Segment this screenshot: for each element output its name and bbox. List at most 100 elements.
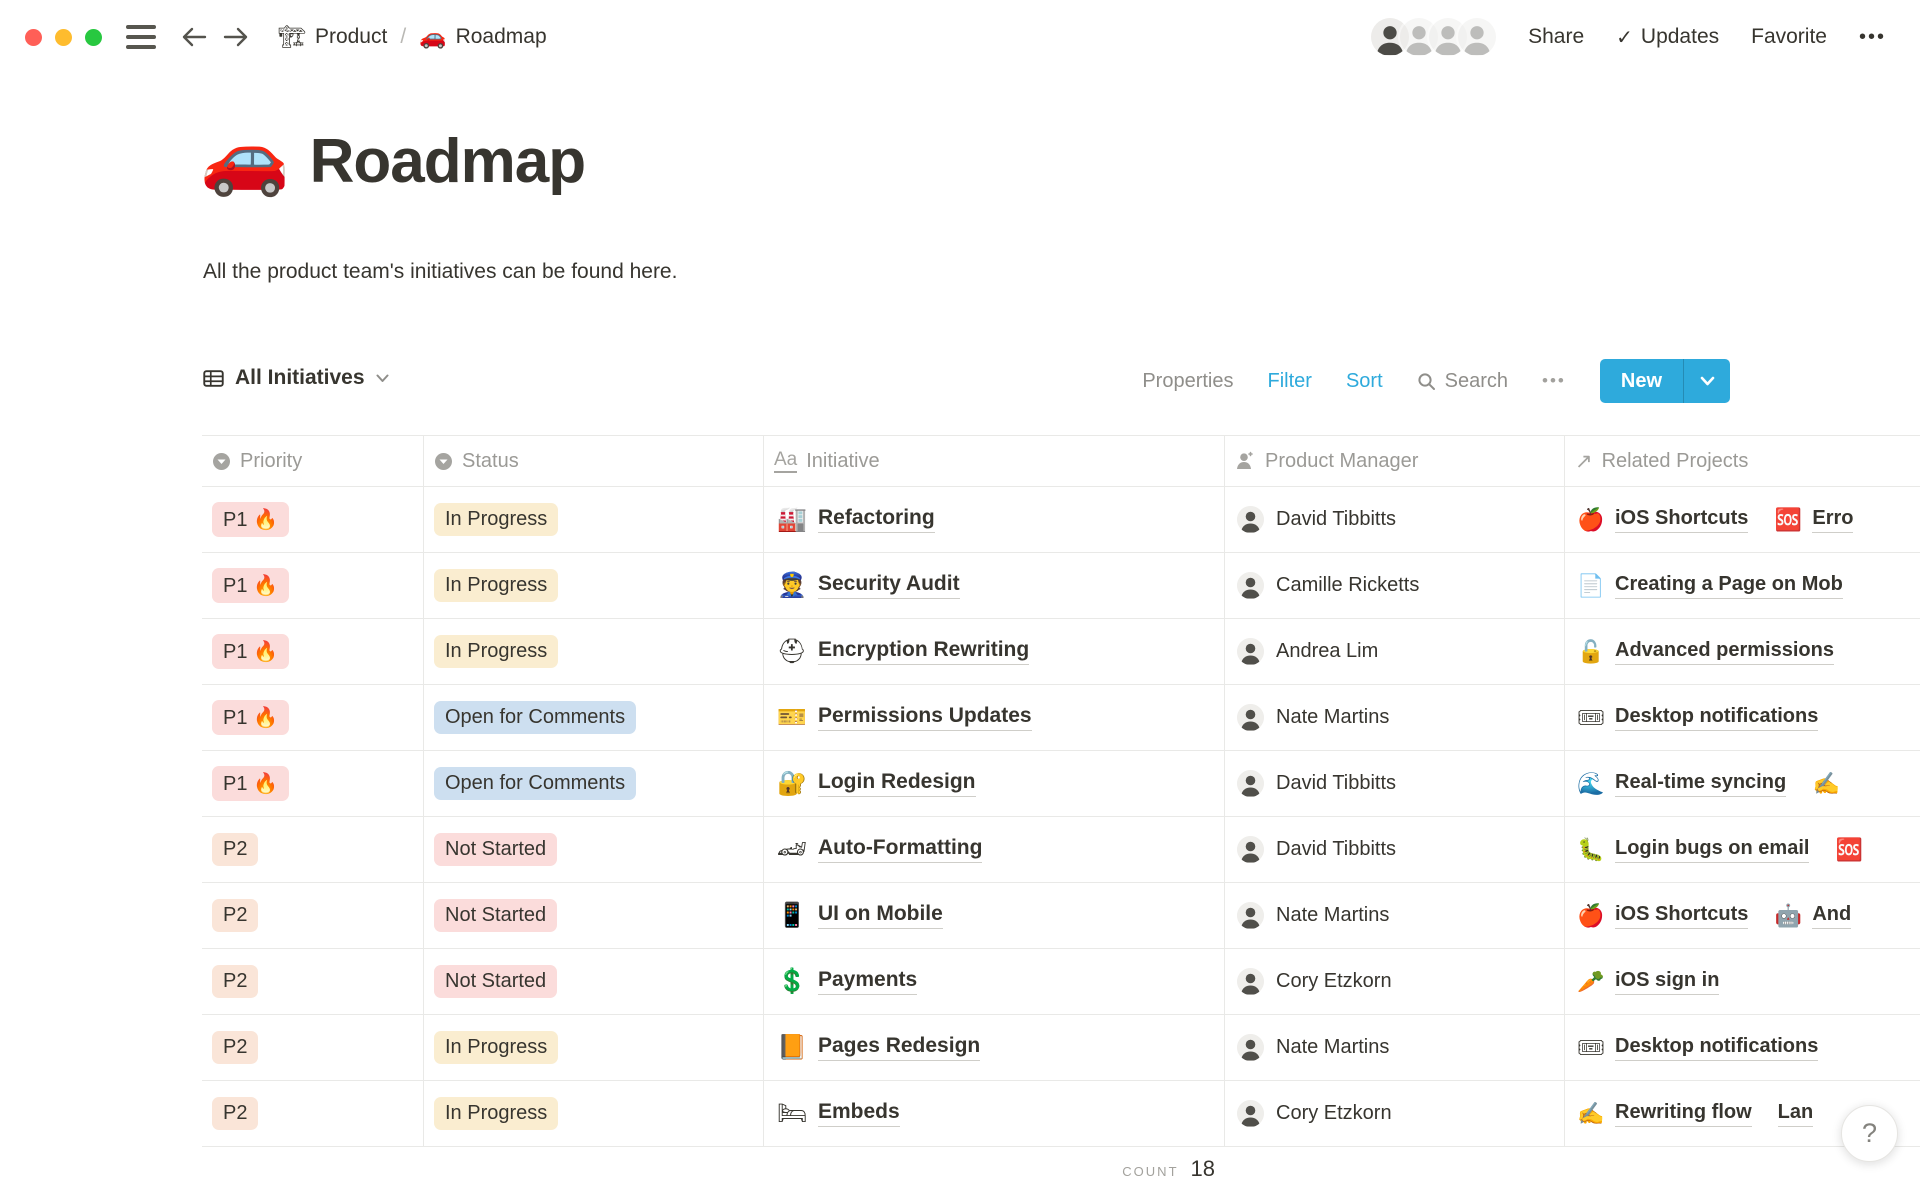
search-button[interactable]: Search (1417, 370, 1508, 393)
table-row: P1 🔥 In Progress 👮 Security Audit Camill… (202, 553, 1920, 619)
related-project-item: 🥕 iOS sign in (1577, 969, 1719, 995)
view-switcher[interactable]: All Initiatives (203, 366, 389, 390)
column-header-initiative[interactable]: Aa Initiative (764, 436, 1225, 486)
status-badge[interactable]: In Progress (434, 569, 558, 602)
product-manager-name[interactable]: Andrea Lim (1276, 640, 1378, 663)
share-button[interactable]: Share (1528, 25, 1584, 49)
related-project-link[interactable]: Advanced permissions (1615, 639, 1834, 665)
updates-button[interactable]: ✓ Updates (1616, 25, 1719, 50)
page-icon-car-emoji[interactable]: 🚗 (200, 122, 290, 194)
priority-badge[interactable]: P2 (212, 1097, 258, 1130)
related-project-link[interactable]: iOS sign in (1615, 969, 1719, 995)
column-header-product-manager[interactable]: Product Manager (1225, 436, 1565, 486)
avatar (1237, 638, 1264, 665)
zoom-button[interactable] (85, 29, 102, 46)
initiative-page-link[interactable]: Security Audit (818, 572, 960, 599)
related-project-link[interactable]: iOS Shortcuts (1615, 903, 1748, 929)
related-project-link[interactable]: Lan (1778, 1101, 1814, 1127)
status-cell: Open for Comments (424, 751, 764, 816)
related-project-item: 🎟 Desktop notifications (1577, 705, 1818, 731)
product-manager-name[interactable]: David Tibbitts (1276, 772, 1396, 795)
initiative-page-link[interactable]: Embeds (818, 1100, 900, 1127)
related-project-item: 🍎 iOS Shortcuts (1577, 903, 1748, 929)
car-emoji-icon: 🚗 (419, 26, 446, 48)
initiative-emoji-icon: 🏭 (776, 508, 808, 532)
properties-button[interactable]: Properties (1142, 370, 1233, 393)
related-project-link[interactable]: Real-time syncing (1615, 771, 1786, 797)
product-manager-name[interactable]: Nate Martins (1276, 904, 1389, 927)
priority-badge[interactable]: P1 🔥 (212, 568, 289, 603)
favorite-button[interactable]: Favorite (1751, 25, 1827, 49)
initiative-cell: 📙 Pages Redesign (764, 1015, 1225, 1080)
initiative-cell: 🎫 Permissions Updates (764, 685, 1225, 750)
filter-button[interactable]: Filter (1268, 370, 1312, 393)
related-project-link[interactable]: iOS Shortcuts (1615, 507, 1748, 533)
breadcrumb-item-product[interactable]: 🏗 Product (278, 25, 387, 49)
product-manager-name[interactable]: Camille Ricketts (1276, 574, 1419, 597)
priority-badge[interactable]: P2 (212, 833, 258, 866)
product-manager-name[interactable]: Nate Martins (1276, 1036, 1389, 1059)
initiative-page-link[interactable]: Encryption Rewriting (818, 638, 1029, 665)
status-badge[interactable]: Not Started (434, 965, 557, 998)
priority-badge[interactable]: P1 🔥 (212, 700, 289, 735)
priority-badge[interactable]: P1 🔥 (212, 502, 289, 537)
back-button[interactable] (180, 25, 208, 49)
close-button[interactable] (25, 29, 42, 46)
status-badge[interactable]: In Progress (434, 1031, 558, 1064)
priority-badge[interactable]: P1 🔥 (212, 634, 289, 669)
column-header-priority[interactable]: Priority (202, 436, 424, 486)
status-badge[interactable]: In Progress (434, 1097, 558, 1130)
priority-badge[interactable]: P2 (212, 1031, 258, 1064)
forward-button[interactable] (222, 25, 250, 49)
initiative-page-link[interactable]: Refactoring (818, 506, 935, 533)
status-badge[interactable]: In Progress (434, 503, 558, 536)
page-description[interactable]: All the product team's initiatives can b… (203, 260, 677, 284)
related-project-link[interactable]: Login bugs on email (1615, 837, 1809, 863)
product-manager-name[interactable]: Cory Etzkorn (1276, 1102, 1392, 1125)
related-project-link[interactable]: And (1812, 903, 1851, 929)
product-manager-name[interactable]: David Tibbitts (1276, 838, 1396, 861)
minimize-button[interactable] (55, 29, 72, 46)
status-badge[interactable]: Open for Comments (434, 767, 636, 800)
status-badge[interactable]: Open for Comments (434, 701, 636, 734)
related-project-link[interactable]: Creating a Page on Mob (1615, 573, 1843, 599)
page-title[interactable]: Roadmap (310, 129, 585, 194)
help-button[interactable]: ? (1841, 1105, 1898, 1162)
view-more-button[interactable]: ••• (1542, 371, 1566, 391)
related-project-link[interactable]: Rewriting flow (1615, 1101, 1752, 1127)
related-project-link[interactable]: Desktop notifications (1615, 705, 1818, 731)
status-badge[interactable]: Not Started (434, 899, 557, 932)
initiative-page-link[interactable]: UI on Mobile (818, 902, 943, 929)
sidebar-toggle[interactable] (126, 25, 156, 49)
status-cell: Not Started (424, 883, 764, 948)
more-options-button[interactable]: ••• (1859, 26, 1886, 49)
new-button[interactable]: New (1600, 359, 1730, 403)
product-manager-name[interactable]: Cory Etzkorn (1276, 970, 1392, 993)
column-header-related-projects[interactable]: ↗ Related Projects (1565, 436, 1920, 486)
count-value[interactable]: 18 (1191, 1156, 1215, 1182)
product-manager-name[interactable]: David Tibbitts (1276, 508, 1396, 531)
status-badge[interactable]: Not Started (434, 833, 557, 866)
status-badge[interactable]: In Progress (434, 635, 558, 668)
related-project-link[interactable]: Desktop notifications (1615, 1035, 1818, 1061)
initiative-page-link[interactable]: Pages Redesign (818, 1034, 980, 1061)
priority-badge[interactable]: P1 🔥 (212, 766, 289, 801)
product-manager-name[interactable]: Nate Martins (1276, 706, 1389, 729)
priority-badge[interactable]: P2 (212, 899, 258, 932)
column-header-status[interactable]: Status (424, 436, 764, 486)
initiative-page-link[interactable]: Permissions Updates (818, 704, 1032, 731)
initiative-page-link[interactable]: Payments (818, 968, 917, 995)
sort-button[interactable]: Sort (1346, 370, 1383, 393)
priority-cell: P2 (202, 949, 424, 1014)
table-row: P2 In Progress 📙 Pages Redesign Nate Mar… (202, 1015, 1920, 1081)
priority-badge[interactable]: P2 (212, 965, 258, 998)
initiative-emoji-icon: 🎫 (776, 706, 808, 730)
initiative-page-link[interactable]: Login Redesign (818, 770, 976, 797)
related-project-link[interactable]: Erro (1812, 507, 1853, 533)
related-project-emoji-icon: 🥕 (1577, 971, 1605, 993)
initiative-page-link[interactable]: Auto-Formatting (818, 836, 982, 863)
avatar[interactable] (1458, 18, 1496, 56)
new-dropdown-button[interactable] (1684, 359, 1730, 403)
breadcrumb-item-roadmap[interactable]: 🚗 Roadmap (419, 25, 546, 49)
related-project-emoji-icon: 🆘 (1835, 839, 1863, 861)
